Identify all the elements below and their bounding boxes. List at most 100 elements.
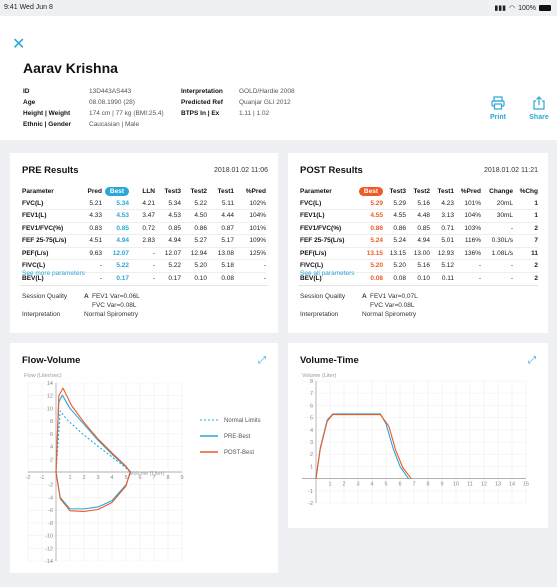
session-quality: Session Quality A FEV1 Var=0.06L FVC Var=0… [22, 293, 140, 318]
status-time: 9:41 Wed Jun 8 [4, 4, 53, 11]
share-button[interactable]: Share [524, 96, 554, 121]
x-tick-label: 8 [166, 475, 169, 481]
y-tick-label: 8 [50, 419, 53, 425]
y-tick-label: 5 [310, 416, 313, 422]
card-title: POST Results [300, 165, 363, 176]
best-column-header[interactable]: Best [102, 186, 129, 198]
x-tick-label: 14 [509, 482, 515, 488]
y-tick-label: 3 [310, 440, 313, 446]
best-column-header[interactable]: Best [357, 186, 383, 198]
x-tick-label: 5 [384, 482, 387, 488]
table-header: Parameter Best Test3 Test2 Test1 %Pred C… [300, 186, 538, 198]
x-tick-label: 7 [152, 475, 155, 481]
card-title: PRE Results [22, 165, 79, 176]
card-date: 2018.01.02 11:21 [484, 167, 538, 174]
battery-icon [539, 5, 551, 11]
y-tick-label: -8 [48, 521, 53, 527]
see-more-parameters-link[interactable]: See more parameters [22, 270, 85, 277]
info-row: Predicted Ref Quanjar GLI 2012 [181, 99, 291, 106]
status-bar: 9:41 Wed Jun 8 ▮▮▮ ◠ 100% [0, 0, 557, 16]
info-row: Interpretation GOLD/Hardie 2008 [181, 88, 295, 95]
table-row: FEV1/FVC(%) 0.86 0.86 0.85 0.71 103% -2 [300, 222, 538, 235]
share-icon [533, 96, 545, 110]
info-row: BTPS In | Ex 1.11 | 1.02 [181, 110, 270, 117]
x-tick-label: 6 [138, 475, 141, 481]
y-axis-title: Volume (Liter) [302, 373, 336, 379]
y-tick-label: 6 [310, 403, 313, 409]
x-tick-label: 4 [370, 482, 373, 488]
divider [298, 285, 538, 286]
table-row: FEV1(L) 4.33 4.53 3.47 4.53 4.50 4.44 104% [22, 210, 266, 222]
info-row: Ethnic | Gender Caucasian | Male [23, 121, 140, 128]
post-results-card: POST Results 2018.01.02 11:21 Parameter … [288, 153, 548, 333]
signal-icon: ▮▮▮ [494, 5, 506, 12]
patient-info-left: ID 13D443AS443 Age 08.08.1990 (28) Height … [23, 86, 164, 130]
y-tick-label: 2 [50, 457, 53, 463]
see-all-parameters-link[interactable]: See all parameters [300, 270, 355, 277]
printer-icon [491, 96, 505, 110]
x-tick-label: 3 [356, 482, 359, 488]
x-tick-label: 12 [481, 482, 487, 488]
divider [20, 285, 268, 286]
x-tick-label: 9 [180, 475, 183, 481]
y-tick-label: -10 [45, 534, 53, 540]
volume-time-chart: Volume (Liter) 1 2 3 4 5 6 7 8 9 10 11 12 13 14 158765… [302, 373, 529, 507]
series-line-pre-best [55, 394, 132, 510]
x-tick-label: 9 [440, 482, 443, 488]
x-tick-label: 5 [124, 475, 127, 481]
x-tick-label: -1 [40, 475, 45, 481]
x-tick-label: 1 [68, 475, 71, 481]
x-tick-label: 3 [96, 475, 99, 481]
y-tick-label: 6 [50, 432, 53, 438]
table-row: FVC(L) 5.21 5.34 4.21 5.34 5.22 5.11 102% [22, 198, 266, 210]
battery-percent: 100% [518, 4, 536, 12]
y-tick-label: 8 [310, 379, 313, 385]
x-tick-label: 4 [110, 475, 113, 481]
table-header: Parameter Pred Best LLN Test3 Test2 Test… [22, 186, 266, 198]
patient-info-right: Interpretation GOLD/Hardie 2008 Predicted… [181, 86, 295, 119]
y-tick-label: -6 [48, 508, 53, 514]
table-row: FEV1/FVC(%) 0.83 0.85 0.72 0.85 0.86 0.87 101% [22, 222, 266, 235]
y-tick-label: -1 [308, 489, 313, 495]
y-tick-label: 12 [47, 394, 53, 400]
session-quality: Session Quality A FEV1 Var=0.07L FVC Var=0… [300, 293, 418, 318]
y-tick-label: 1 [310, 464, 313, 470]
series-line-normal-limits [55, 410, 131, 473]
x-tick-label: 2 [82, 475, 85, 481]
flow-volume-card: Flow-Volume ⤢ Flow (Liter/sec) Volume (L… [10, 343, 278, 573]
legend-label: PRE-Best [224, 434, 251, 440]
chart-legend: Normal Limits PRE-Best POST-Best [200, 418, 261, 456]
x-tick-label: 7 [412, 482, 415, 488]
x-tick-label: 6 [398, 482, 401, 488]
y-tick-label: -2 [48, 483, 53, 489]
flow-volume-chart: Flow (Liter/sec) Volume (Liter) -2 -1 1 2 3 4… [24, 373, 261, 565]
x-tick-label: 13 [495, 482, 501, 488]
x-tick-label: 15 [523, 482, 529, 488]
info-row: Height | Weight 174 cm | 77 kg (BMI:25.4) [23, 110, 164, 117]
y-tick-label: 7 [310, 391, 313, 397]
legend-label: Normal Limits [224, 418, 261, 424]
y-tick-label: -2 [308, 501, 313, 507]
patient-header: ✕ Aarav Krishna ID 13D443AS443 Age 08.08.1… [0, 16, 557, 140]
y-tick-label: 14 [47, 381, 53, 387]
close-icon[interactable]: ✕ [12, 37, 26, 53]
wifi-icon: ◠ [508, 5, 516, 12]
y-tick-label: 4 [310, 428, 313, 434]
x-tick-label: 11 [467, 482, 473, 488]
patient-name: Aarav Krishna [23, 60, 118, 76]
y-tick-label: -12 [45, 546, 53, 552]
table-row: FEF 25-75(L/s) 4.51 4.94 2.83 4.94 5.27 5.17 10… [22, 235, 266, 247]
x-tick-label: 2 [342, 482, 345, 488]
table-row: PEF(L/s) 9.63 12.07-12.07 12.94 13.08 125% [22, 247, 266, 260]
table-row: FEV1(L) 4.55 4.55 4.48 3.13 104% 30mL 1 [300, 210, 538, 222]
print-button[interactable]: Print [483, 96, 513, 121]
volume-time-card: Volume-Time ⤢ Volume (Liter) 1 2 3 4 5 6 7 8 9 10… [288, 343, 548, 528]
card-date: 2018.01.02 11:06 [214, 167, 268, 174]
y-tick-label: -4 [48, 495, 53, 501]
y-tick-label: 2 [310, 452, 313, 458]
status-icons: ▮▮▮ ◠ 100% [494, 4, 551, 12]
x-tick-label: -2 [26, 475, 31, 481]
x-tick-label: 8 [426, 482, 429, 488]
table-row: PEF(L/s) 13.15 13.15 13.00 12.93 136% 1.08L/s 1… [300, 247, 538, 260]
table-row: FEF 25-75(L/s) 5.24 5.24 4.94 5.01 116% 0.30L/… [300, 235, 538, 247]
